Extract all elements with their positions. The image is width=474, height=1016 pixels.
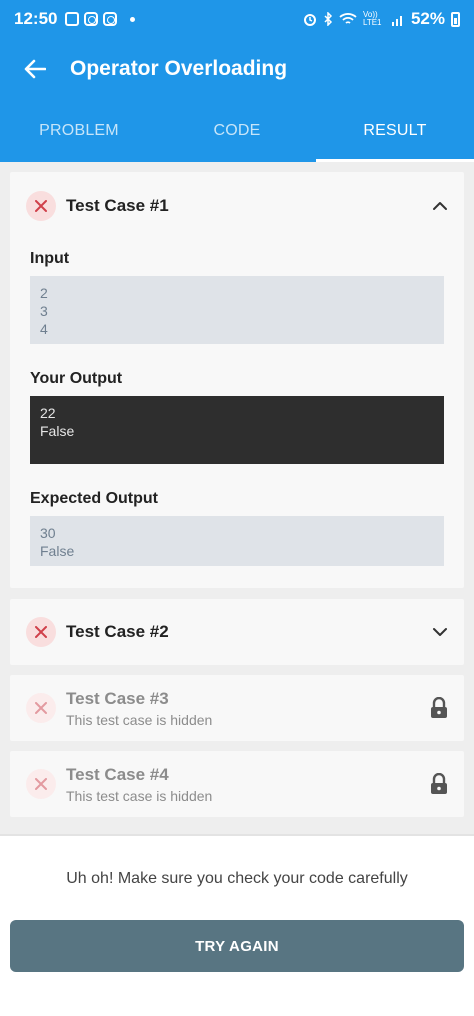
test-case-3: Test Case #3 This test case is hidden [10,675,464,741]
tab-problem[interactable]: PROBLEM [0,100,158,162]
system-icons: Vo)) LTE1 52% [303,9,460,29]
chevron-up-icon [433,202,447,210]
chevron-down-icon [433,628,447,636]
back-button[interactable] [0,38,70,100]
tab-result[interactable]: RESULT [316,100,474,162]
close-icon [35,626,47,638]
close-icon [35,200,47,212]
lock-icon [431,773,447,794]
lock-indicator [430,697,448,719]
test-case-4: Test Case #4 This test case is hidden [10,751,464,817]
try-again-button[interactable]: TRY AGAIN [10,920,464,972]
more-notifications-icon [130,16,136,22]
test-case-text: Test Case #3 This test case is hidden [66,689,212,728]
instagram-icon-2 [103,12,118,26]
wifi-icon [339,13,357,24]
test-case-2-header[interactable]: Test Case #2 [10,599,464,665]
your-output-label: Your Output [30,370,123,387]
bluetooth-icon [324,12,333,26]
notification-icons [65,12,136,26]
expand-toggle[interactable] [432,627,448,637]
signal-icon [391,16,402,26]
test-case-title: Test Case #1 [66,196,169,215]
input-box: 2 3 4 [30,276,444,344]
test-case-1: Test Case #1 Input 2 3 4 Your Output 22 … [10,172,464,588]
instagram-icon [84,12,99,26]
status-bar: 12:50 Vo)) LTE1 52% [0,0,474,38]
gallery-icon [65,12,80,26]
tab-problem-label: PROBLEM [39,122,119,139]
test-case-title: Test Case #2 [66,622,169,641]
close-icon [35,778,47,790]
test-case-2[interactable]: Test Case #2 [10,599,464,665]
status-time: 12:50 [14,9,58,28]
tab-code-label: CODE [213,122,261,139]
feedback-message: Uh oh! Make sure you check your code car… [66,870,408,887]
hidden-notice: This test case is hidden [66,787,213,804]
input-label: Input [30,250,70,267]
back-arrow-icon [24,59,46,79]
test-case-4-header: Test Case #4 This test case is hidden [10,751,464,817]
collapse-toggle[interactable] [432,201,448,211]
battery-icon [451,11,460,27]
result-footer: Uh oh! Make sure you check your code car… [0,834,474,1016]
lock-icon [431,697,447,718]
battery-percent: 52% [410,9,445,28]
fail-badge [26,617,56,647]
tab-code[interactable]: CODE [158,100,316,162]
expected-output-box: 30 False [30,516,444,566]
expected-output-label: Expected Output [30,490,159,507]
page-title: Operator Overloading [70,57,288,80]
test-case-text: Test Case #4 This test case is hidden [66,765,212,804]
your-output-box: 22 False [30,396,444,464]
fail-badge [26,769,56,799]
alarm-icon [303,14,316,26]
network-label: Vo)) LTE1 [362,10,382,27]
close-icon [35,702,47,714]
fail-badge [26,191,56,221]
test-case-1-header[interactable]: Test Case #1 [10,172,464,240]
hidden-notice: This test case is hidden [66,711,213,728]
fail-badge [26,693,56,723]
lock-indicator [430,773,448,795]
test-case-title: Test Case #3 [66,688,169,708]
test-case-3-header: Test Case #3 This test case is hidden [10,675,464,741]
results-list: Test Case #1 Input 2 3 4 Your Output 22 … [0,162,474,834]
test-case-title: Test Case #4 [66,764,169,784]
tab-result-label: RESULT [363,122,427,139]
tab-bar: PROBLEM CODE RESULT [0,100,474,162]
app-bar: Operator Overloading [0,38,474,100]
